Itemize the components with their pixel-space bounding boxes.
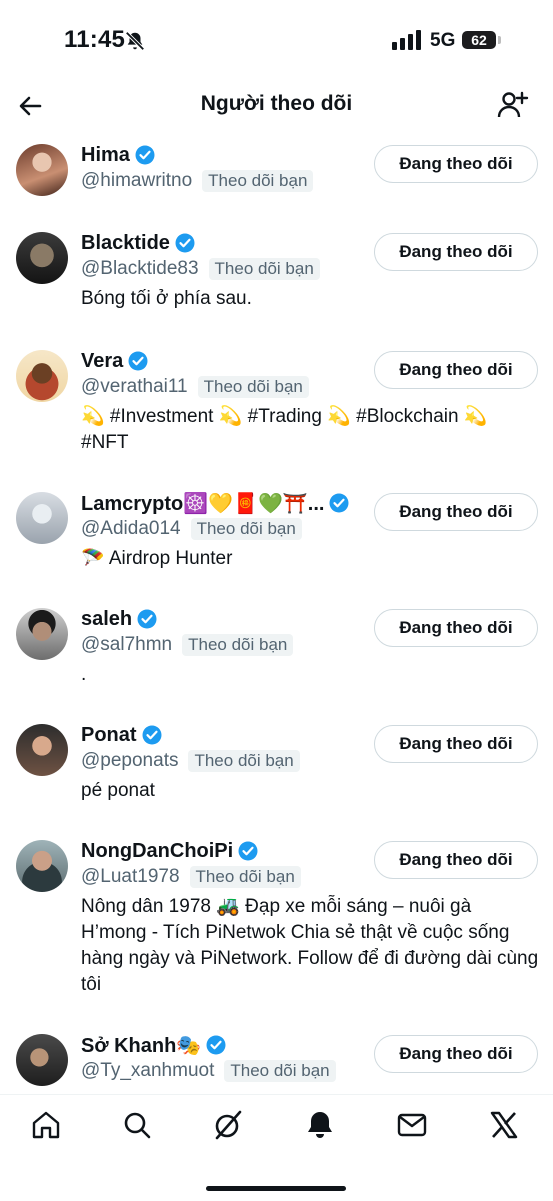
messages-icon[interactable] <box>396 1109 428 1141</box>
avatar[interactable] <box>16 724 68 776</box>
follower-row[interactable]: Lamcrypto☸️💛🧧💚⛩️... @Adida014 Theo dõi b… <box>0 480 553 596</box>
verified-badge-icon <box>142 725 162 745</box>
page-title: Người theo dõi <box>200 92 353 115</box>
user-name[interactable]: Lamcrypto☸️💛🧧💚⛩️... <box>81 491 324 516</box>
user-handle: @Luat1978 <box>81 866 180 887</box>
header: Người theo dõi <box>0 80 553 132</box>
verified-badge-icon <box>238 841 258 861</box>
verified-badge-icon <box>329 493 349 513</box>
follower-row[interactable]: Blacktide @Blacktide83 Theo dõi bạn Bóng… <box>0 220 553 338</box>
user-handle: @peponats <box>81 750 179 771</box>
avatar[interactable] <box>16 1034 68 1086</box>
user-name[interactable]: Sở Khanh🎭 <box>81 1033 201 1058</box>
user-name[interactable]: Vera <box>81 350 123 373</box>
avatar[interactable] <box>16 144 68 196</box>
avatar[interactable] <box>16 840 68 892</box>
verified-badge-icon <box>137 609 157 629</box>
user-name[interactable]: saleh <box>81 608 132 631</box>
follower-row[interactable]: Hima @himawritno Theo dõi bạn Đang theo … <box>0 132 553 220</box>
battery-icon: 62 <box>462 31 496 49</box>
user-handle: @verathai11 <box>81 376 188 397</box>
avatar[interactable] <box>16 350 68 402</box>
follows-you-badge: Theo dõi bạn <box>182 634 294 656</box>
following-button[interactable]: Đang theo dõi <box>374 841 538 879</box>
avatar[interactable] <box>16 492 68 544</box>
user-bio: 🪂 Airdrop Hunter <box>81 548 233 569</box>
following-button[interactable]: Đang theo dõi <box>374 725 538 763</box>
follower-row[interactable]: Ponat @peponats Theo dõi bạn pé ponat Đa… <box>0 712 553 828</box>
follower-row[interactable]: saleh @sal7hmn Theo dõi bạn . Đang theo … <box>0 596 553 712</box>
user-name[interactable]: Ponat <box>81 724 137 747</box>
user-bio: Nông dân 1978 🚜 Đạp xe mỗi sáng – nuôi g… <box>81 896 539 995</box>
follows-you-badge: Theo dõi bạn <box>188 750 300 772</box>
bell-slash-icon <box>125 31 145 51</box>
following-button[interactable]: Đang theo dõi <box>374 1035 538 1073</box>
following-button[interactable]: Đang theo dõi <box>374 609 538 647</box>
following-button[interactable]: Đang theo dõi <box>374 145 538 183</box>
follows-you-badge: Theo dõi bạn <box>189 866 301 888</box>
follows-you-badge: Theo dõi bạn <box>208 258 320 280</box>
following-button[interactable]: Đang theo dõi <box>374 233 538 271</box>
follows-you-badge: Theo dõi bạn <box>190 518 302 540</box>
avatar[interactable] <box>16 608 68 660</box>
signal-icon <box>392 30 421 50</box>
user-handle: @Adida014 <box>81 518 181 539</box>
user-handle: @Ty_xanhmuot <box>81 1060 215 1081</box>
x-logo-icon[interactable] <box>488 1109 520 1141</box>
user-name[interactable]: Blacktide <box>81 232 170 255</box>
search-icon[interactable] <box>121 1109 153 1141</box>
notifications-icon[interactable] <box>304 1109 336 1141</box>
verified-badge-icon <box>128 351 148 371</box>
verified-badge-icon <box>175 233 195 253</box>
user-bio: . <box>81 664 87 685</box>
user-handle: @sal7hmn <box>81 634 173 655</box>
bottom-nav <box>0 1094 553 1201</box>
follower-row[interactable]: Sở Khanh🎭 @Ty_xanhmuot Theo dõi bạn Đang… <box>0 1022 553 1094</box>
user-handle: @Blacktide83 <box>81 258 199 279</box>
verified-badge-icon <box>206 1035 226 1055</box>
network-type: 5G <box>430 30 456 51</box>
avatar[interactable] <box>16 232 68 284</box>
battery-tip <box>498 36 501 44</box>
home-icon[interactable] <box>30 1109 62 1141</box>
status-bar: 11:45 5G 62 <box>0 0 553 80</box>
follows-you-badge: Theo dõi bạn <box>202 170 314 192</box>
follower-list: Hima @himawritno Theo dõi bạn Đang theo … <box>0 132 553 1094</box>
follower-row[interactable]: NongDanChoiPi @Luat1978 Theo dõi bạn Nôn… <box>0 828 553 1022</box>
verified-badge-icon <box>135 145 155 165</box>
user-name[interactable]: NongDanChoiPi <box>81 840 233 863</box>
following-button[interactable]: Đang theo dõi <box>374 493 538 531</box>
grok-icon[interactable] <box>212 1109 244 1141</box>
following-button[interactable]: Đang theo dõi <box>374 351 538 389</box>
add-user-icon[interactable] <box>496 88 530 122</box>
follows-you-badge: Theo dõi bạn <box>224 1060 336 1082</box>
user-bio: Bóng tối ở phía sau. <box>81 288 252 309</box>
user-bio: pé ponat <box>81 780 155 801</box>
home-indicator <box>206 1186 346 1191</box>
clock: 11:45 <box>64 26 126 53</box>
user-name[interactable]: Hima <box>81 144 130 167</box>
user-handle: @himawritno <box>81 170 193 191</box>
user-bio: 💫 #Investment 💫 #Trading 💫 #Blockchain 💫… <box>81 406 488 453</box>
follows-you-badge: Theo dõi bạn <box>197 376 309 398</box>
follower-row[interactable]: Vera @verathai11 Theo dõi bạn 💫 #Investm… <box>0 338 553 480</box>
